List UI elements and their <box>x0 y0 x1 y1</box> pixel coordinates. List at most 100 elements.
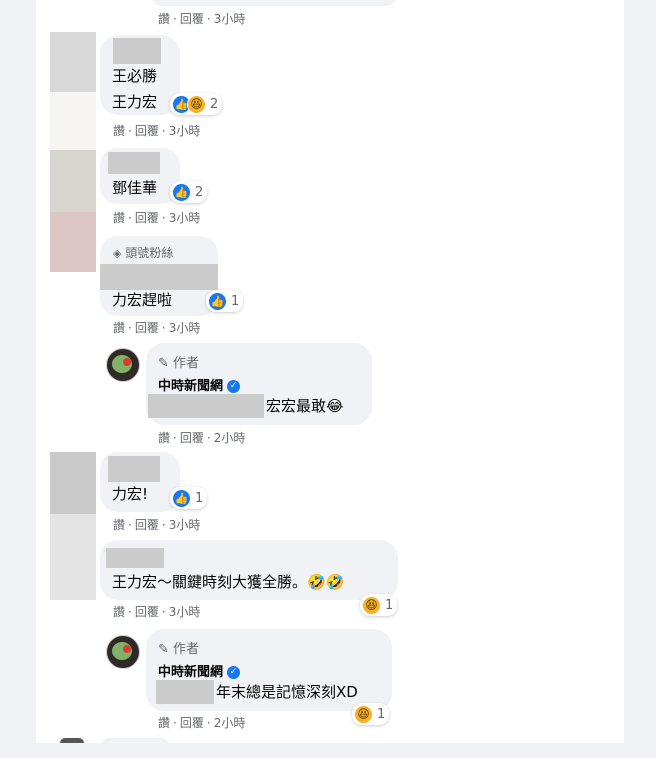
like-link[interactable]: 讚 <box>158 431 170 445</box>
avatar-blur <box>50 92 96 150</box>
comment-bubble <box>100 738 170 758</box>
diamond-icon: ◈ <box>113 247 122 260</box>
separator: · <box>128 321 132 335</box>
comment-text: 王力宏～關鍵時刻大獲全勝。🤣🤣 <box>112 573 345 591</box>
comment-text: 鄧佳華 <box>112 179 158 197</box>
reaction-count: 1 <box>377 706 386 722</box>
author-label-text: 作者 <box>173 642 200 657</box>
separator: · <box>128 518 132 532</box>
haha-icon: 😆 <box>362 595 381 615</box>
reaction-summary[interactable]: 👍 😆 2 <box>170 93 223 115</box>
comment-actions: 讚 · 回覆 · 3小時 <box>113 517 200 533</box>
separator: · <box>173 716 177 730</box>
comment-actions: 讚 · 回覆 · 3小時 <box>113 320 200 336</box>
avatar-blur <box>60 738 84 743</box>
separator: · <box>173 431 177 445</box>
avatar-blur <box>50 514 96 600</box>
separator: · <box>161 321 166 335</box>
author-name[interactable]: 中時新聞網 ✓ <box>158 661 241 680</box>
page-edge <box>624 0 656 743</box>
like-link[interactable]: 讚 <box>113 321 125 335</box>
name-blur <box>106 548 164 568</box>
author-name[interactable]: 中時新聞網 ✓ <box>158 375 241 394</box>
reply-link[interactable]: 回覆 <box>135 321 159 335</box>
timestamp[interactable]: 3小時 <box>169 211 201 225</box>
timestamp[interactable]: 3小時 <box>169 518 201 532</box>
comment-actions: 讚 · 回覆 · 2小時 <box>158 715 245 731</box>
like-link[interactable]: 讚 <box>113 211 125 225</box>
author-name-text: 中時新聞網 <box>158 379 224 394</box>
reply-link[interactable]: 回覆 <box>180 12 204 26</box>
like-link[interactable]: 讚 <box>113 605 125 619</box>
separator: · <box>128 124 132 138</box>
avatar-blur <box>50 212 96 272</box>
reaction-summary[interactable]: 👍 2 <box>170 181 208 203</box>
like-link[interactable]: 讚 <box>113 518 125 532</box>
separator: · <box>173 12 177 26</box>
name-blur <box>108 456 160 482</box>
timestamp[interactable]: 3小時 <box>169 124 201 138</box>
reaction-summary[interactable]: 😆 1 <box>360 594 398 616</box>
author-label: ✎ 作者 <box>158 638 199 657</box>
separator: · <box>161 518 166 532</box>
separator: · <box>161 124 166 138</box>
reaction-summary[interactable]: 😆 1 <box>352 703 390 725</box>
author-label: ✎ 作者 <box>158 352 199 371</box>
comment-actions: 讚 · 回覆 · 2小時 <box>158 430 245 446</box>
pencil-icon: ✎ <box>158 642 169 657</box>
reply-link[interactable]: 回覆 <box>180 431 204 445</box>
mention-blur <box>156 680 214 704</box>
avatar-blur <box>50 452 96 514</box>
reply-link[interactable]: 回覆 <box>135 211 159 225</box>
separator: · <box>206 716 211 730</box>
timestamp[interactable]: 2小時 <box>214 431 246 445</box>
avatar-blur <box>50 150 96 212</box>
reply-link[interactable]: 回覆 <box>135 124 159 138</box>
comment-text: 王力宏 <box>112 93 158 111</box>
timestamp[interactable]: 3小時 <box>169 321 201 335</box>
haha-icon: 😆 <box>354 704 373 724</box>
comment-text: 力宏! <box>112 485 149 503</box>
separator: · <box>128 211 132 225</box>
reaction-summary[interactable]: 👍 1 <box>206 290 244 312</box>
separator: · <box>206 431 211 445</box>
reply-link[interactable]: 回覆 <box>135 518 159 532</box>
comment-actions: 讚 · 回覆 · 3小時 <box>113 210 200 226</box>
timestamp[interactable]: 3小時 <box>169 605 201 619</box>
comment-actions: 讚 · 回覆 · 3小時 <box>158 11 245 27</box>
name-blur <box>113 38 161 64</box>
reply-link[interactable]: 回覆 <box>180 716 204 730</box>
like-link[interactable]: 讚 <box>158 716 170 730</box>
badge-label: 頭號粉絲 <box>125 246 174 260</box>
name-blur <box>100 264 218 290</box>
separator: · <box>206 12 211 26</box>
timestamp[interactable]: 3小時 <box>214 12 246 26</box>
separator: · <box>128 605 132 619</box>
comment-actions: 讚 · 回覆 · 3小時 <box>113 123 200 139</box>
reaction-count: 2 <box>195 184 204 200</box>
reaction-count: 1 <box>231 293 240 309</box>
top-fan-badge[interactable]: ◈ 頭號粉絲 <box>113 244 173 261</box>
like-icon: 👍 <box>208 291 227 311</box>
timestamp[interactable]: 2小時 <box>214 716 246 730</box>
like-link[interactable]: 讚 <box>158 12 170 26</box>
comment-text: 年末總是記憶深刻XD <box>216 683 358 701</box>
comment-text: 王必勝 <box>112 67 158 85</box>
author-name-text: 中時新聞網 <box>158 665 224 680</box>
reaction-count: 1 <box>385 597 394 613</box>
news-avatar[interactable] <box>106 635 140 669</box>
news-avatar[interactable] <box>106 348 140 382</box>
comment-bubble <box>150 0 398 6</box>
avatar-blur <box>50 32 96 92</box>
pencil-icon: ✎ <box>158 356 169 371</box>
like-link[interactable]: 讚 <box>113 124 125 138</box>
mention-blur <box>148 394 264 418</box>
verified-badge-icon: ✓ <box>227 380 241 393</box>
separator: · <box>161 211 166 225</box>
like-icon: 👍 <box>172 182 191 202</box>
reaction-summary[interactable]: 👍 1 <box>170 487 208 509</box>
reaction-count: 1 <box>195 490 204 506</box>
separator: · <box>161 605 166 619</box>
reply-link[interactable]: 回覆 <box>135 605 159 619</box>
comment-text: 宏宏最敢😂 <box>266 397 344 415</box>
